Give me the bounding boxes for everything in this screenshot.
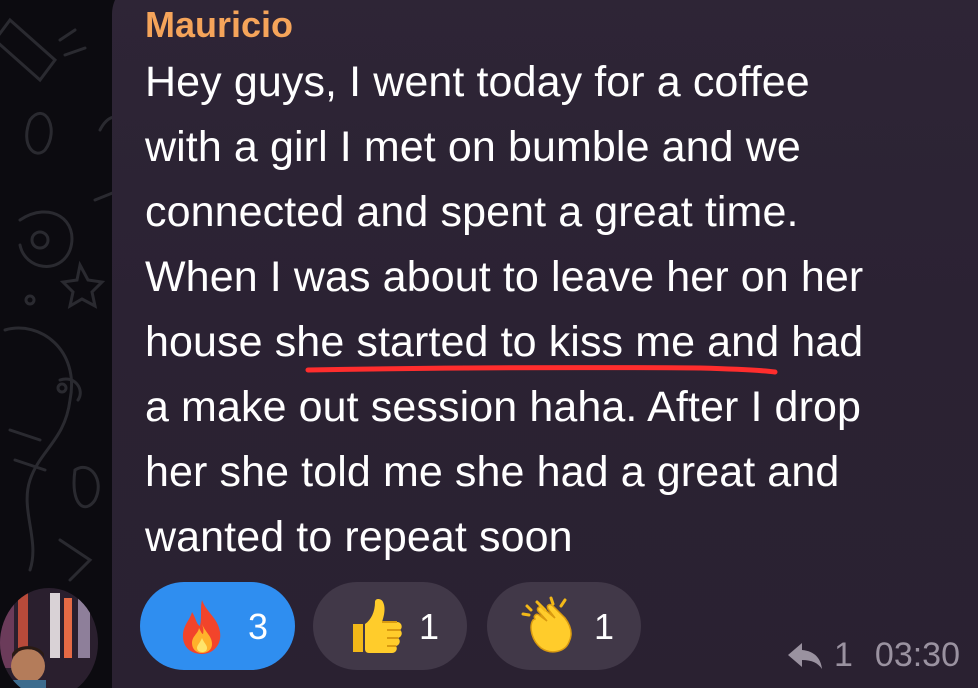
reaction-clap[interactable]: 1	[487, 582, 641, 670]
message-time: 03:30	[874, 636, 960, 674]
reply-count[interactable]: 1	[834, 636, 853, 675]
reaction-count: 3	[248, 606, 269, 647]
fire-icon	[182, 600, 221, 654]
reaction-fire[interactable]: 3	[140, 582, 295, 670]
thumbs-up-icon	[353, 599, 402, 653]
reaction-count: 1	[419, 606, 440, 647]
reply-icon[interactable]	[786, 641, 824, 671]
clapping-hands-icon	[521, 596, 572, 653]
reaction-thumbs-up[interactable]: 1	[313, 582, 467, 670]
chat-view: Mauricio Hey guys, I went today for a co…	[0, 0, 978, 688]
reaction-count: 1	[594, 606, 615, 647]
red-underline-annotation	[305, 365, 778, 375]
message-meta: 1 03:30	[786, 636, 960, 675]
